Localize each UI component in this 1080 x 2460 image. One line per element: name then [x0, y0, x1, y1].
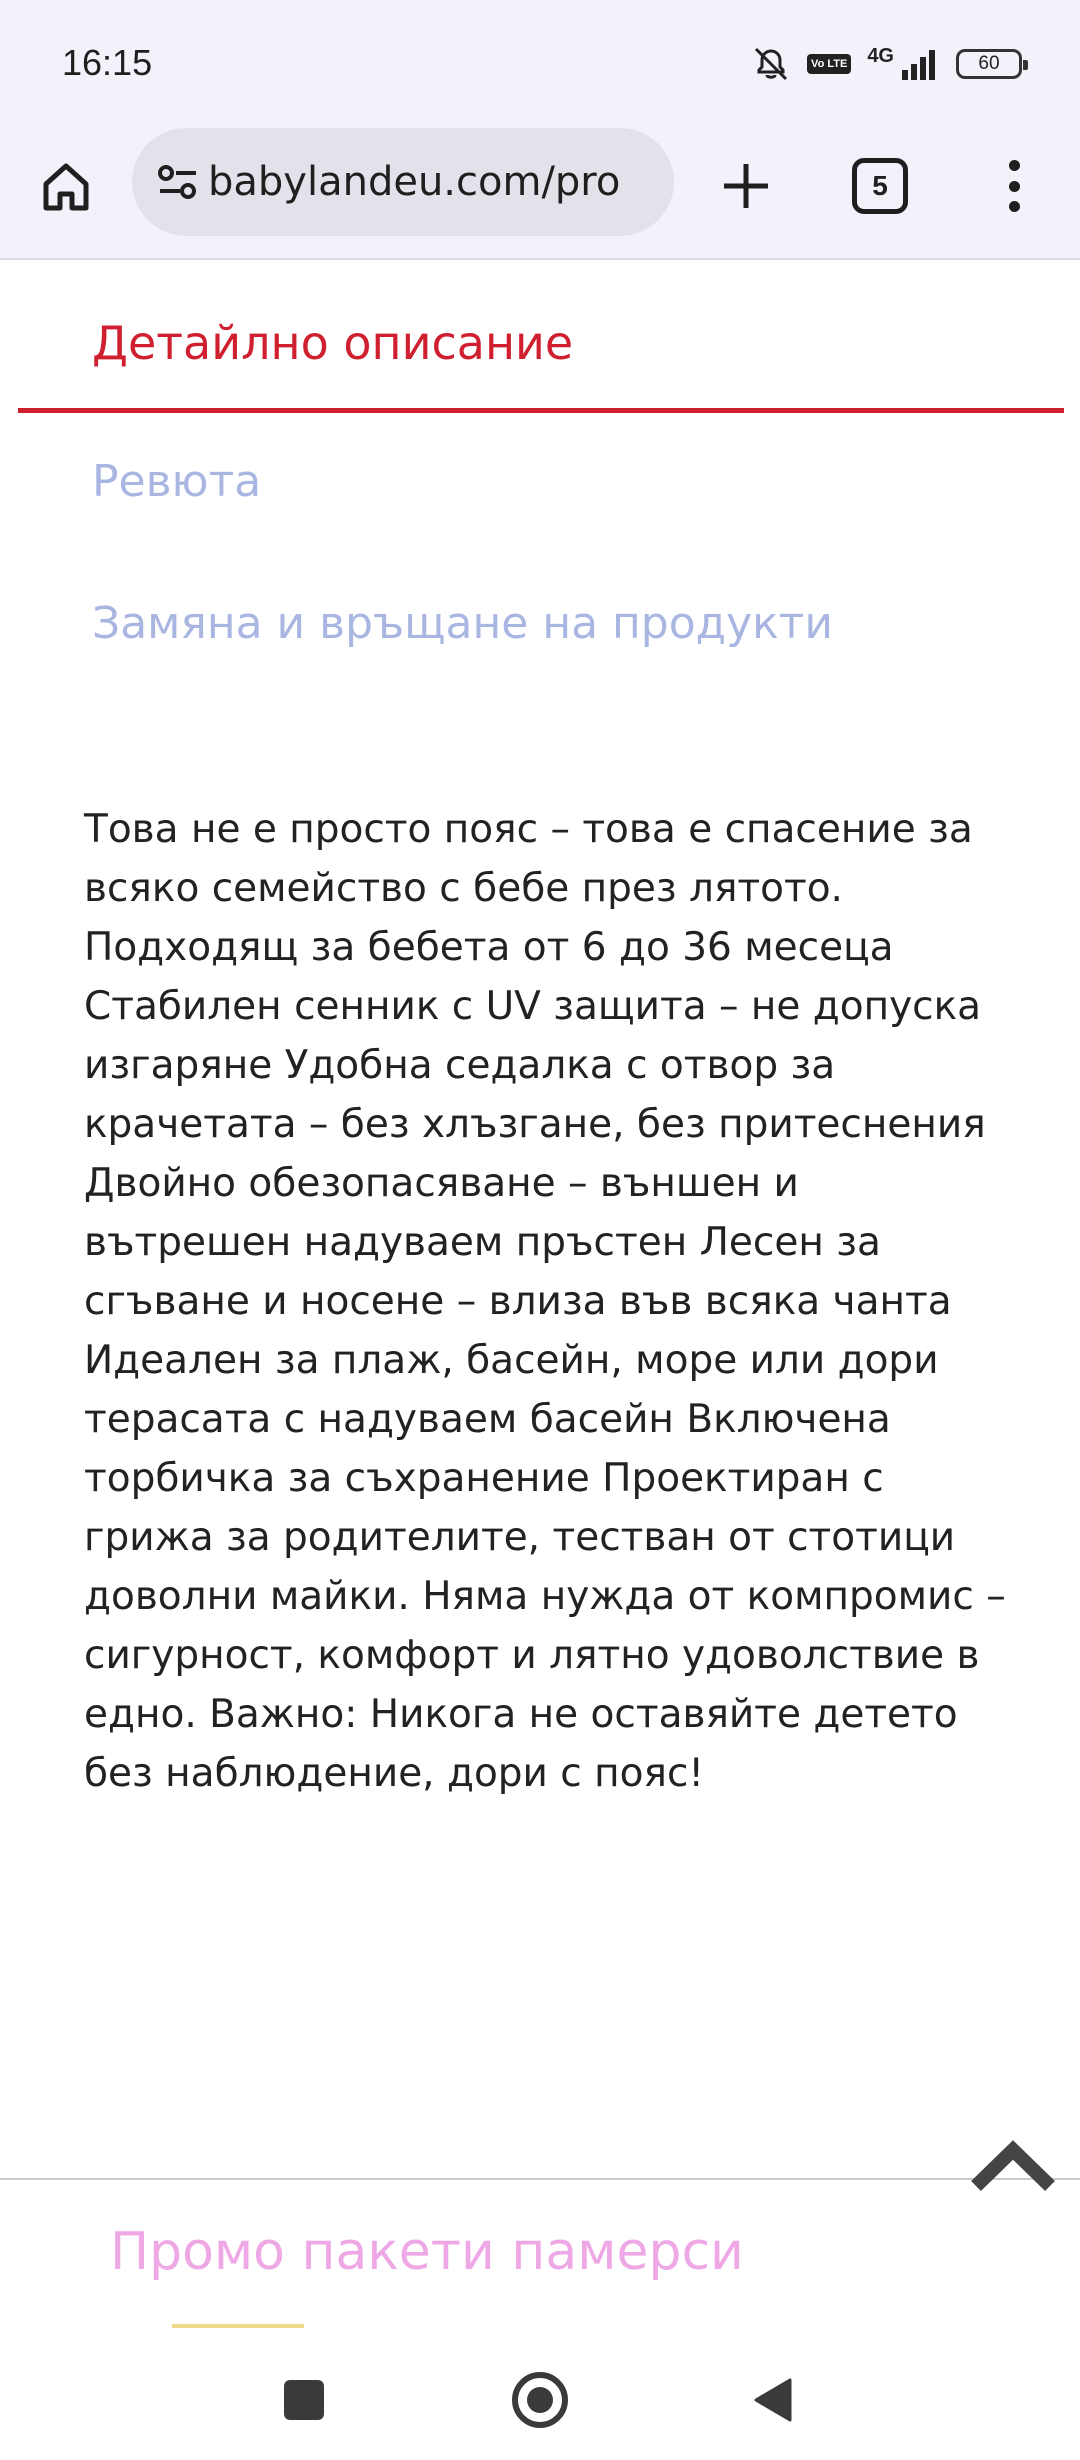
- status-time: 16:15: [62, 42, 153, 83]
- network-type: 4G: [867, 44, 894, 67]
- promo-accent-bar: [172, 2324, 304, 2328]
- scroll-to-top-button[interactable]: [968, 2136, 1058, 2196]
- section-divider: [0, 2178, 1080, 2180]
- tab-reviews[interactable]: Ревюта: [92, 456, 261, 507]
- address-bar[interactable]: babylandeu.com/pro: [132, 128, 674, 236]
- new-tab-button[interactable]: [716, 156, 776, 216]
- home-button[interactable]: [36, 156, 96, 216]
- url-text: babylandeu.com/pro: [208, 159, 621, 205]
- tabs-icon: 5: [872, 170, 888, 201]
- browser-toolbar: babylandeu.com/pro 5: [0, 128, 1080, 260]
- volte-icon: Vo LTE: [807, 54, 852, 74]
- promo-heading[interactable]: Промо пакети памерси: [110, 2222, 744, 2282]
- signal-icon: [900, 48, 940, 80]
- home-icon: [43, 163, 89, 211]
- site-settings-icon[interactable]: [132, 162, 202, 202]
- home-circle-dot: [527, 2387, 553, 2413]
- product-description: Това не е просто пояс – това е спасение …: [84, 807, 1006, 1796]
- tab-detailed-description[interactable]: Детайлно описание: [92, 316, 573, 370]
- overflow-menu-dot: [1008, 201, 1020, 212]
- active-tab-indicator: [18, 408, 1064, 413]
- system-nav-bar: [0, 2330, 1080, 2460]
- battery-icon: 60: [956, 49, 1028, 79]
- status-bar: 16:15 Vo LTE 4G 60: [0, 0, 1080, 128]
- new-tab-icon: [724, 164, 768, 208]
- mute-icon: [751, 46, 791, 82]
- chevron-up-icon: [971, 2140, 1055, 2192]
- recents-icon[interactable]: [284, 2380, 324, 2420]
- status-icons: Vo LTE 4G 60: [751, 44, 1028, 84]
- overflow-menu-button[interactable]: [992, 156, 1036, 216]
- home-circle-icon[interactable]: [512, 2372, 568, 2428]
- tab-returns[interactable]: Замяна и връщане на продукти: [92, 598, 833, 649]
- back-icon[interactable]: [752, 2376, 792, 2424]
- overflow-menu-icon: [1008, 160, 1020, 171]
- overflow-menu-dot: [1008, 180, 1020, 192]
- tabs-button[interactable]: 5: [852, 158, 908, 214]
